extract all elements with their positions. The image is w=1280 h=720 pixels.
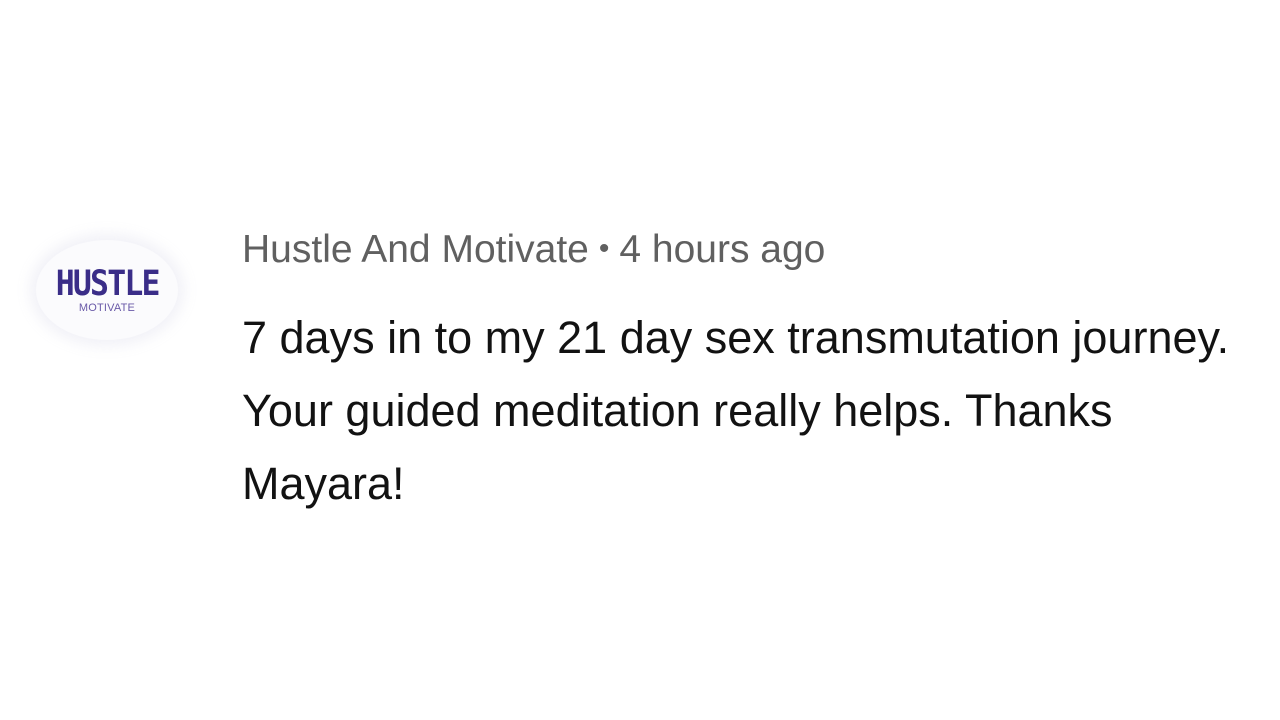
author-name[interactable]: Hustle And Motivate bbox=[242, 228, 589, 271]
comment-content: Hustle And Motivate • 4 hours ago 7 days i… bbox=[242, 222, 1232, 520]
comment-timestamp: 4 hours ago bbox=[619, 228, 826, 271]
avatar-logo-main: HUSTLE bbox=[55, 263, 161, 304]
avatar[interactable]: HUSTLE MOTIVATE bbox=[36, 240, 178, 340]
comment-item: HUSTLE MOTIVATE Hustle And Motivate • 4 ho… bbox=[36, 222, 1236, 520]
comment-meta: Hustle And Motivate • 4 hours ago bbox=[242, 222, 1232, 277]
comment-screen: HUSTLE MOTIVATE Hustle And Motivate • 4 ho… bbox=[0, 0, 1280, 720]
comment-text: 7 days in to my 21 day sex transmutation… bbox=[242, 312, 1230, 509]
meta-separator: • bbox=[598, 232, 610, 265]
